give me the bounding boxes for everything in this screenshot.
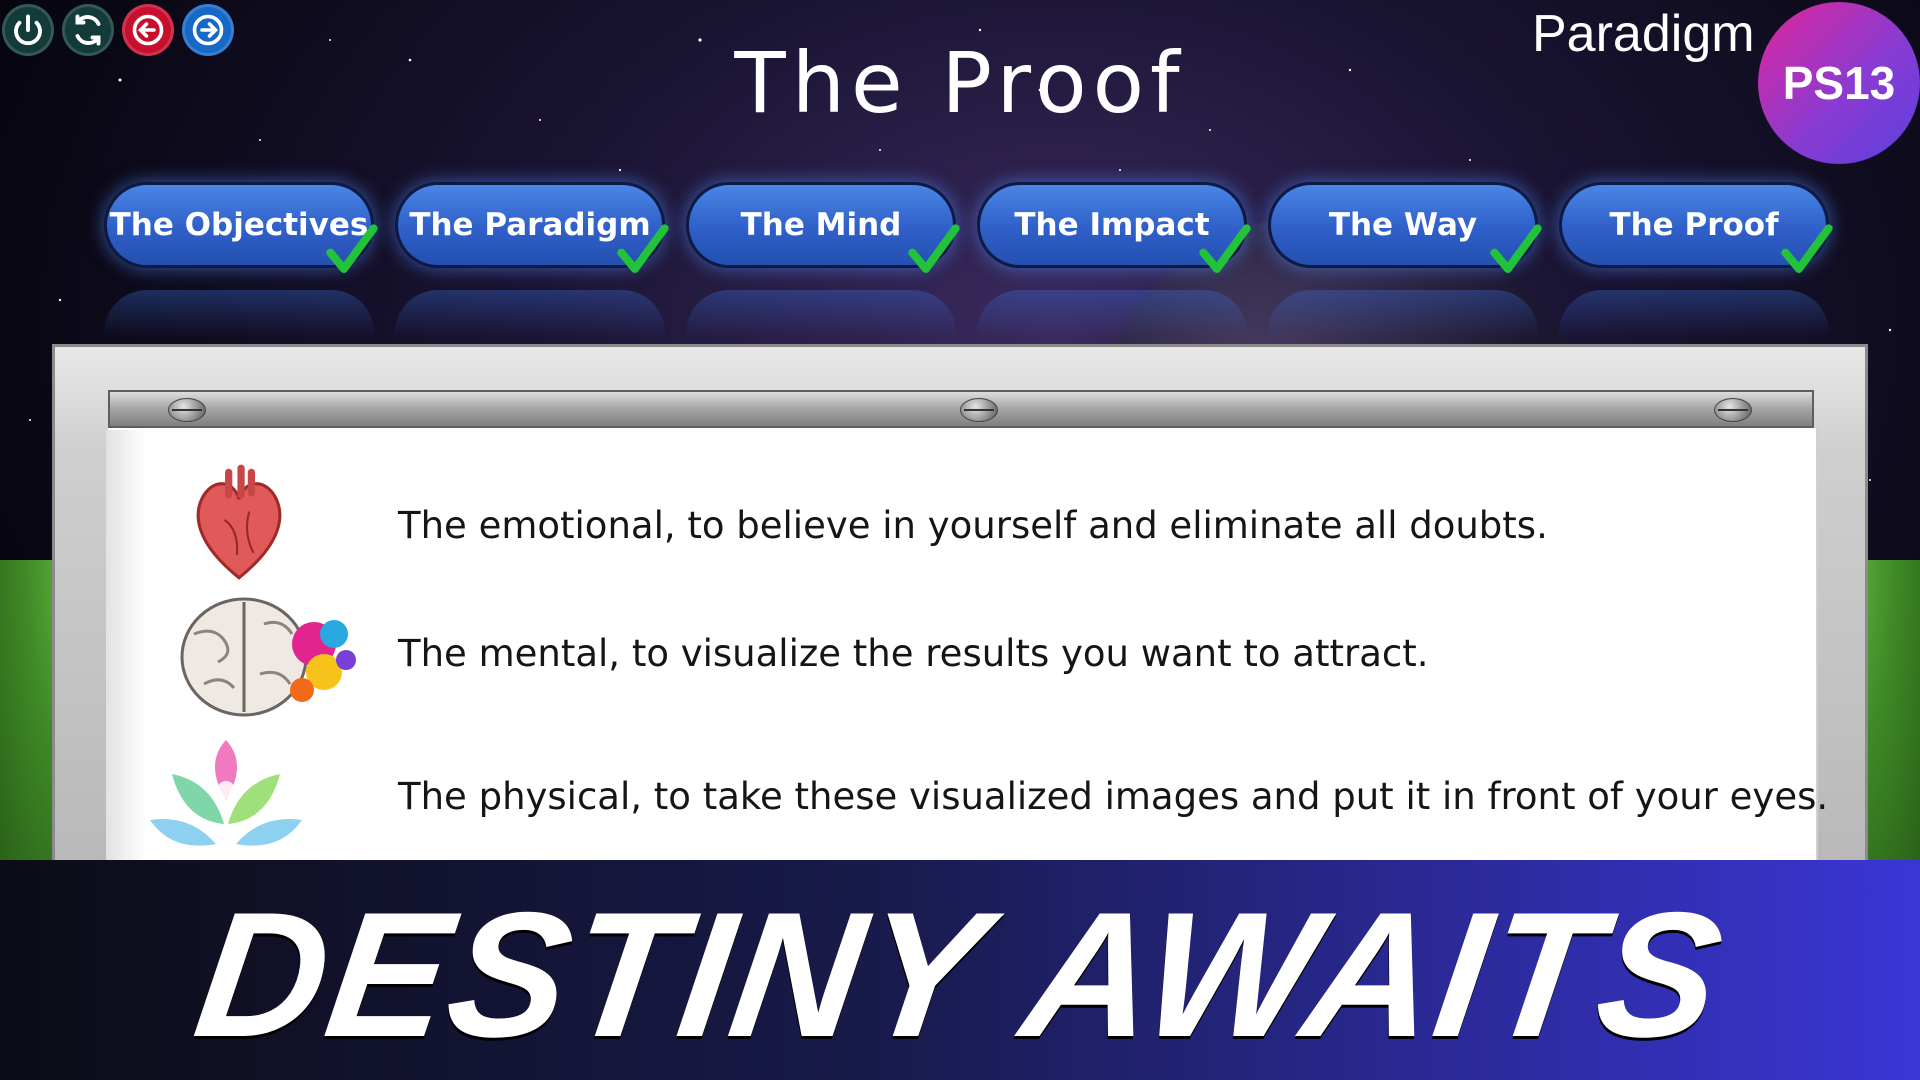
tab-reflection [686, 290, 956, 338]
content-item-mental: The mental, to visualize the results you… [398, 632, 1429, 675]
tab-the-impact[interactable]: The Impact [977, 182, 1251, 273]
checkmark-icon [1490, 224, 1542, 273]
tab-label: The Paradigm [409, 207, 651, 243]
screw [1714, 398, 1752, 422]
brand-label: Paradigm [1532, 5, 1755, 63]
tab-reflection [104, 290, 374, 338]
tab-reflection [395, 290, 665, 338]
heart-icon [196, 464, 282, 580]
checkmark-icon [617, 224, 669, 273]
tab-label: The Mind [740, 207, 902, 243]
paper-curl [106, 430, 146, 862]
tab-the-mind[interactable]: The Mind [686, 182, 960, 273]
tab-reflection [1559, 290, 1829, 338]
tab-the-proof[interactable]: The Proof [1559, 182, 1833, 273]
checkmark-icon [1781, 224, 1833, 273]
tab-label: The Impact [1014, 207, 1210, 243]
meditation-icon [150, 740, 302, 846]
ps13-badge: PS13 [1758, 2, 1920, 164]
checkmark-icon [908, 224, 960, 273]
checkmark-icon [1199, 224, 1251, 273]
tab-label: The Way [1328, 207, 1478, 243]
checkmark-icon [326, 224, 378, 273]
tab-reflection [1268, 290, 1538, 338]
tab-the-objectives[interactable]: The Objectives [104, 182, 378, 273]
content-item-emotional: The emotional, to believe in yourself an… [398, 504, 1548, 547]
tab-the-paradigm[interactable]: The Paradigm [395, 182, 669, 273]
content-item-physical: The physical, to take these visualized i… [398, 775, 1829, 818]
section-tabs: The Objectives The Paradigm The Mind The… [104, 182, 1844, 273]
tab-label: The Proof [1609, 207, 1779, 243]
banner-title: DESTINY AWAITS [185, 875, 1735, 1074]
brain-icon [180, 597, 356, 717]
screw [168, 398, 206, 422]
screw [960, 398, 998, 422]
tab-reflection [977, 290, 1247, 338]
tab-the-way[interactable]: The Way [1268, 182, 1542, 273]
